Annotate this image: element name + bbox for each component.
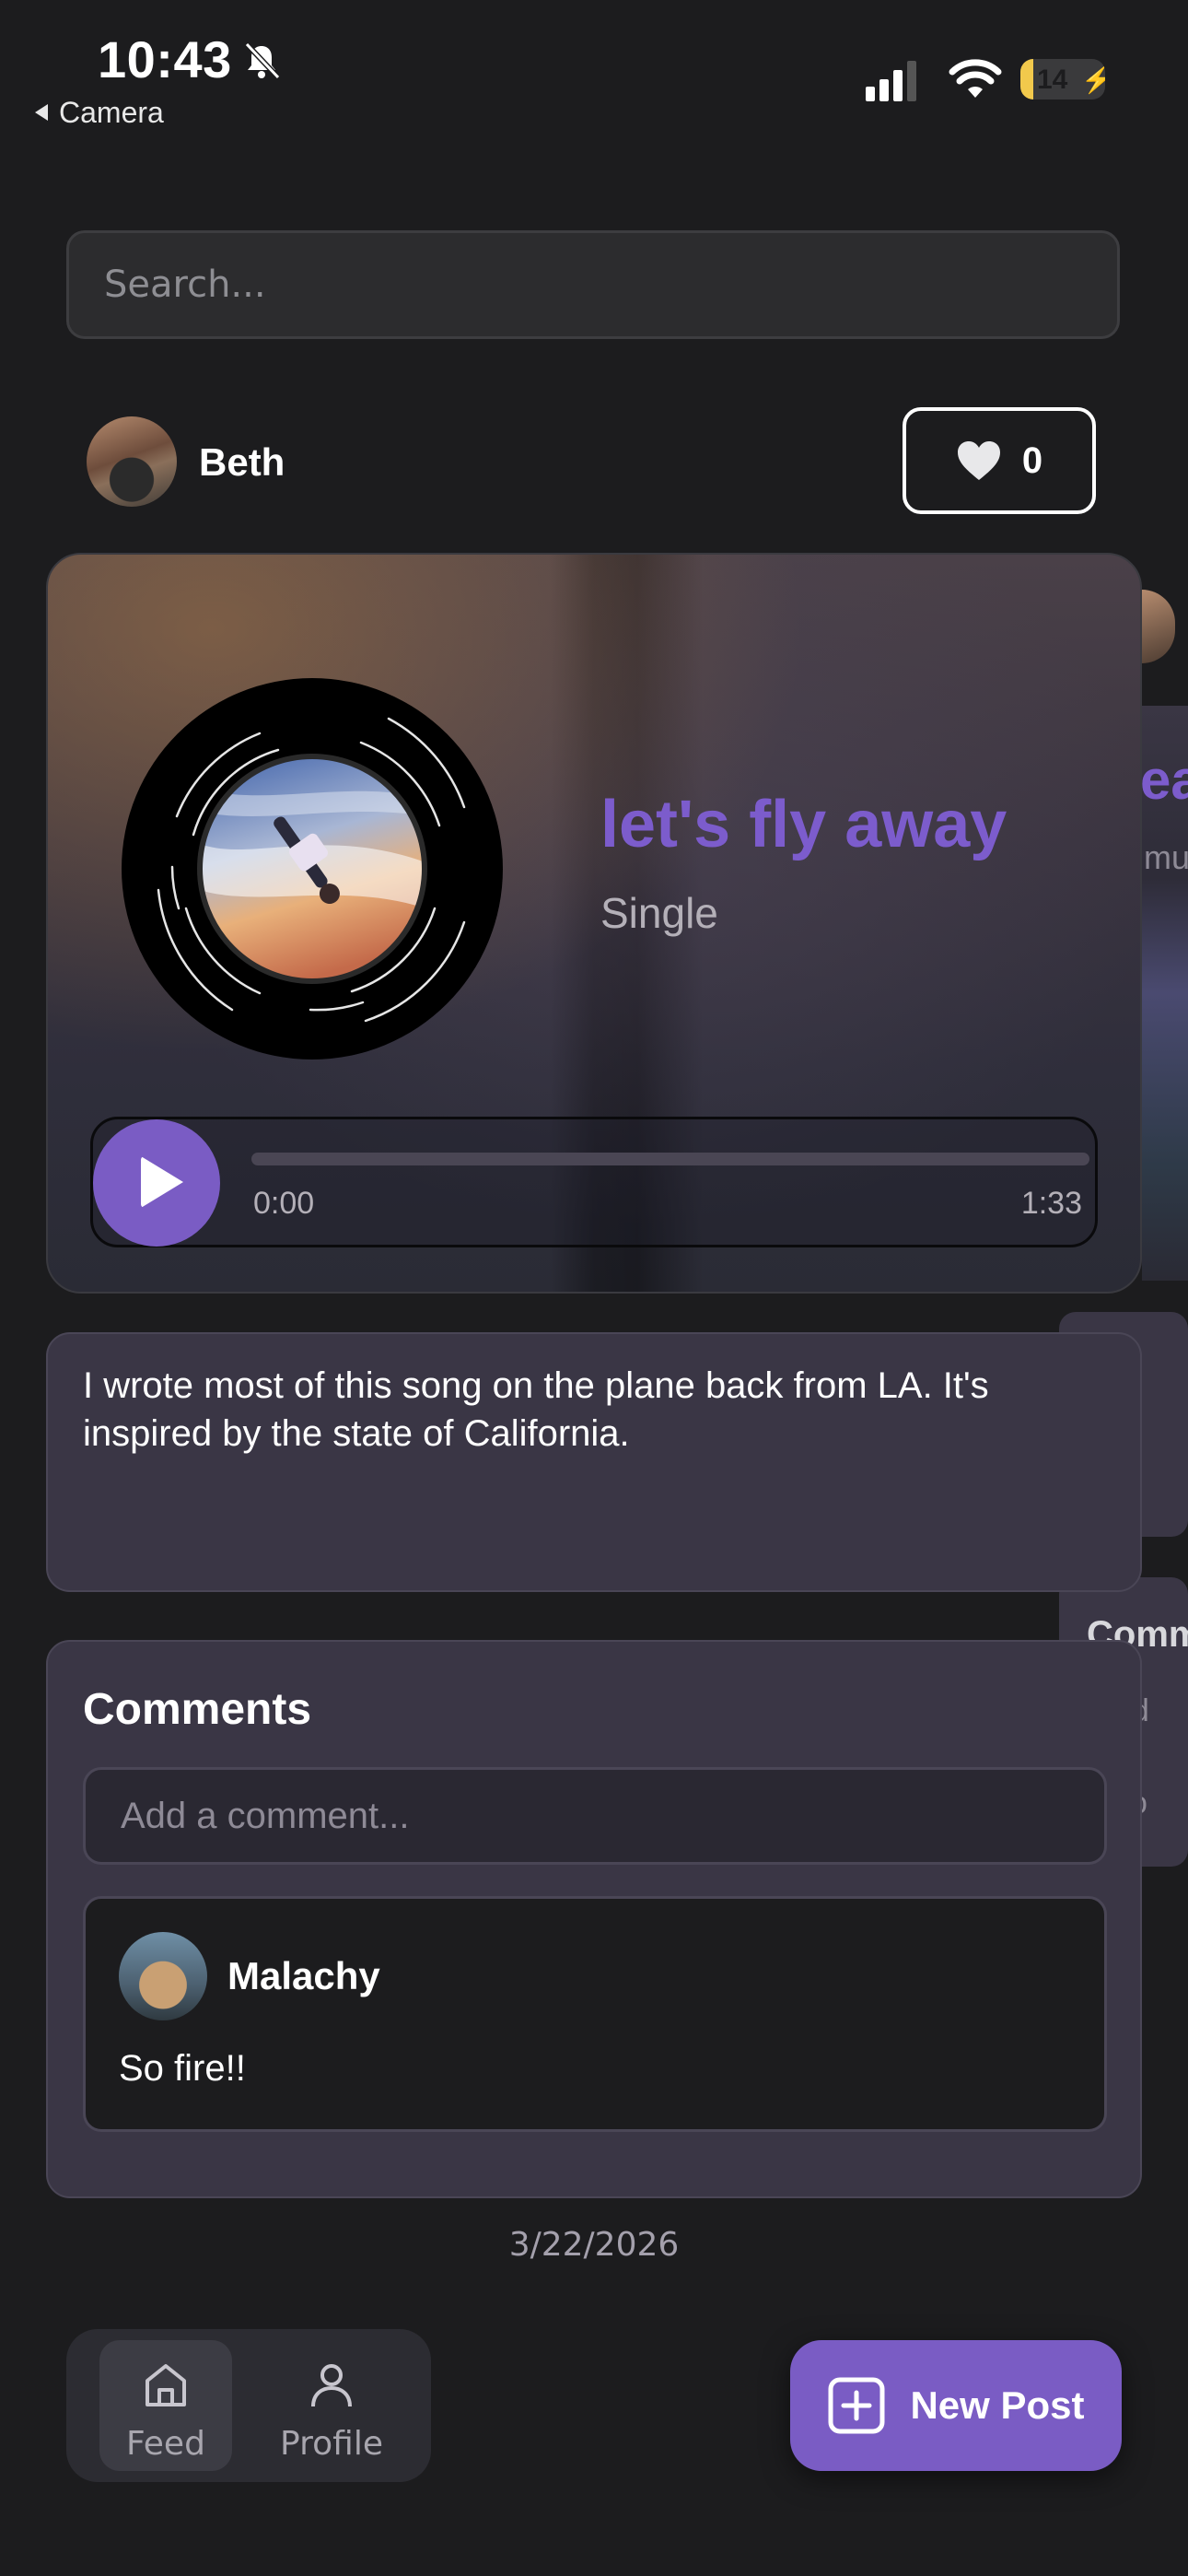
progress-track[interactable] (251, 1153, 1089, 1165)
author-avatar[interactable] (87, 416, 177, 507)
comments-title: Comments (83, 1685, 312, 1734)
play-icon (141, 1156, 183, 1208)
back-to-camera-link[interactable]: Camera (35, 96, 164, 130)
silent-bell-icon (244, 41, 281, 80)
wifi-icon (949, 59, 1002, 98)
vinyl-record-artwork (122, 678, 503, 1060)
nav-feed-label: Feed (126, 2425, 205, 2463)
duration: 1:33 (1020, 1186, 1082, 1221)
nav-feed[interactable]: Feed (99, 2340, 232, 2471)
plus-square-icon (828, 2377, 885, 2434)
comments-section: Comments Malachy So fire!! (46, 1640, 1142, 2198)
song-type: Single (600, 889, 718, 937)
peek-title: ea (1140, 749, 1188, 811)
author-name[interactable]: Beth (199, 440, 285, 485)
song-card: let's fly away Single 0:00 1:33 (46, 553, 1142, 1294)
post-date: 3/22/2026 (508, 2226, 680, 2264)
comment-item: Malachy So fire!! (83, 1896, 1107, 2132)
comment-text: So fire!! (119, 2048, 246, 2089)
peek-avatar (1142, 590, 1175, 663)
new-post-label: New Post (910, 2383, 1085, 2427)
like-count: 0 (1021, 439, 1043, 481)
nav-profile-label: Profile (280, 2425, 383, 2463)
search-input[interactable] (102, 263, 1084, 307)
back-app-label: Camera (59, 96, 164, 129)
current-time: 0:00 (253, 1186, 315, 1221)
song-title: let's fly away (600, 788, 1007, 861)
nav-profile[interactable]: Profile (265, 2340, 398, 2471)
battery-icon: 14 ⚡ (1020, 59, 1105, 100)
commenter-avatar[interactable] (119, 1932, 207, 2020)
battery-percent: 14 (1037, 64, 1068, 95)
audio-player: 0:00 1:33 (90, 1117, 1098, 1247)
heart-icon (957, 441, 1000, 480)
comment-input-box[interactable] (83, 1767, 1107, 1865)
cellular-signal-icon (866, 61, 917, 101)
user-icon (311, 2364, 352, 2407)
back-arrow-icon (35, 104, 48, 121)
comment-input[interactable] (119, 1794, 1071, 1838)
charging-bolt-icon: ⚡ (1081, 65, 1105, 94)
play-button[interactable] (93, 1119, 220, 1247)
peek-subtitle: mu (1144, 838, 1188, 876)
like-button[interactable]: 0 (903, 407, 1096, 514)
status-time: 10:43 (98, 30, 232, 88)
bottom-nav: Feed Profile (66, 2329, 431, 2482)
next-post-peek[interactable]: ea mu Comm dd co (1059, 590, 1188, 1879)
commenter-name[interactable]: Malachy (227, 1954, 380, 1998)
new-post-button[interactable]: New Post (790, 2340, 1122, 2471)
home-icon (146, 2364, 186, 2406)
search-bar[interactable] (66, 230, 1120, 339)
post-description: I wrote most of this song on the plane b… (46, 1332, 1142, 1592)
